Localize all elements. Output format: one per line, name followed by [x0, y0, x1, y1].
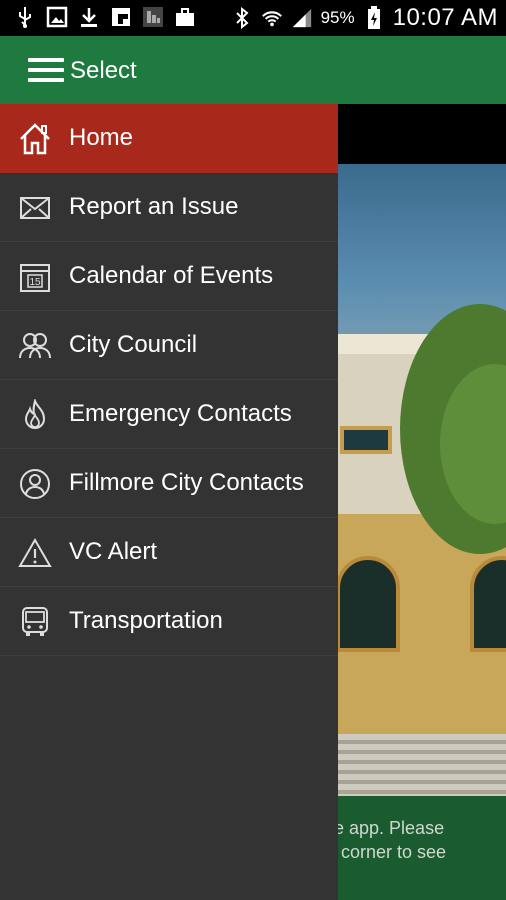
battery-icon: [363, 6, 385, 29]
envelope-icon: [18, 191, 52, 225]
navigation-drawer: Home Report an Issue 15 Calendar of Even…: [0, 104, 338, 900]
nav-label-home: Home: [69, 124, 134, 151]
nav-item-calendar[interactable]: 15 Calendar of Events: [0, 242, 338, 311]
image-icon: [46, 6, 68, 28]
nav-label-fillmore-contacts: Fillmore City Contacts: [69, 469, 304, 496]
nav-item-home[interactable]: Home: [0, 104, 338, 173]
warning-icon: [18, 536, 52, 570]
app-notification-icon: [142, 6, 164, 28]
system-status: 95% 10:07 AM: [231, 4, 498, 32]
battery-percent: 95%: [320, 8, 355, 27]
usb-icon: [14, 6, 36, 28]
briefcase-icon: [174, 6, 196, 28]
nav-item-fillmore-contacts[interactable]: Fillmore City Contacts: [0, 449, 338, 518]
nav-item-report-issue[interactable]: Report an Issue: [0, 173, 338, 242]
welcome-text: ile app. Please ft corner to see: [326, 818, 447, 862]
notification-icons: [14, 6, 196, 28]
action-bar-title[interactable]: Select: [70, 57, 137, 85]
bluetooth-icon: [231, 7, 253, 29]
download-icon: [78, 6, 100, 28]
person-circle-icon: [18, 467, 52, 501]
clock: 10:07 AM: [392, 4, 498, 31]
nav-label-report-issue: Report an Issue: [69, 193, 239, 220]
nav-item-city-council[interactable]: City Council: [0, 311, 338, 380]
flipboard-icon: [110, 6, 132, 28]
status-bar: 95% 10:07 AM: [0, 0, 506, 36]
nav-label-calendar: Calendar of Events: [69, 262, 274, 289]
flame-icon: [18, 398, 52, 432]
nav-label-emergency: Emergency Contacts: [69, 400, 292, 427]
calendar-icon: 15: [18, 260, 52, 294]
calendar-day: 15: [29, 277, 41, 288]
nav-item-vc-alert[interactable]: VC Alert: [0, 518, 338, 587]
nav-label-city-council: City Council: [69, 331, 198, 358]
wifi-icon: [261, 7, 283, 29]
group-icon: [18, 329, 52, 363]
home-icon: [18, 122, 52, 156]
nav-label-vc-alert: VC Alert: [69, 538, 158, 565]
nav-label-transportation: Transportation: [69, 607, 223, 634]
action-bar: Select: [0, 36, 506, 104]
menu-icon[interactable]: [28, 58, 64, 82]
nav-item-emergency[interactable]: Emergency Contacts: [0, 380, 338, 449]
signal-icon: [291, 7, 313, 29]
nav-item-transportation[interactable]: Transportation: [0, 587, 338, 656]
bus-icon: [18, 605, 52, 639]
